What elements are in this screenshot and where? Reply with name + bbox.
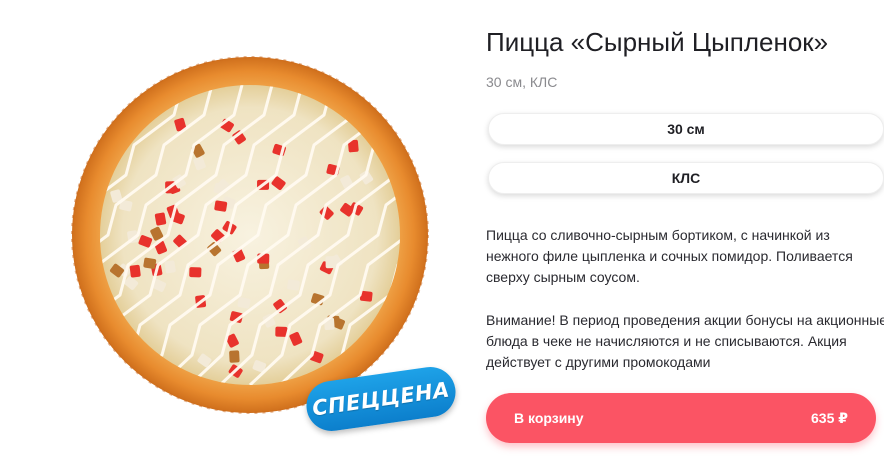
- pizza-image: [71, 56, 429, 414]
- dough-option[interactable]: КЛС: [488, 162, 884, 194]
- product-info: Пицца «Сырный Цыпленок» 30 см, КЛС 30 см…: [486, 0, 884, 458]
- size-option[interactable]: 30 см: [488, 113, 884, 145]
- promo-notice: Внимание! В период проведения акции бону…: [486, 312, 884, 370]
- page-title: Пицца «Сырный Цыпленок»: [486, 27, 829, 57]
- cart-button-label: В корзину: [514, 410, 584, 426]
- product-description: Пицца со сливочно-сырным бортиком, с нач…: [486, 227, 853, 285]
- cart-button-price: 635 ₽: [811, 409, 848, 426]
- badge-label: СПЕЦЦЕНА: [310, 377, 452, 421]
- product-subtitle: 30 см, КЛС: [486, 74, 558, 90]
- product-image-area: СПЕЦЦЕНА: [70, 55, 459, 435]
- add-to-cart-button[interactable]: В корзину 635 ₽: [486, 393, 876, 443]
